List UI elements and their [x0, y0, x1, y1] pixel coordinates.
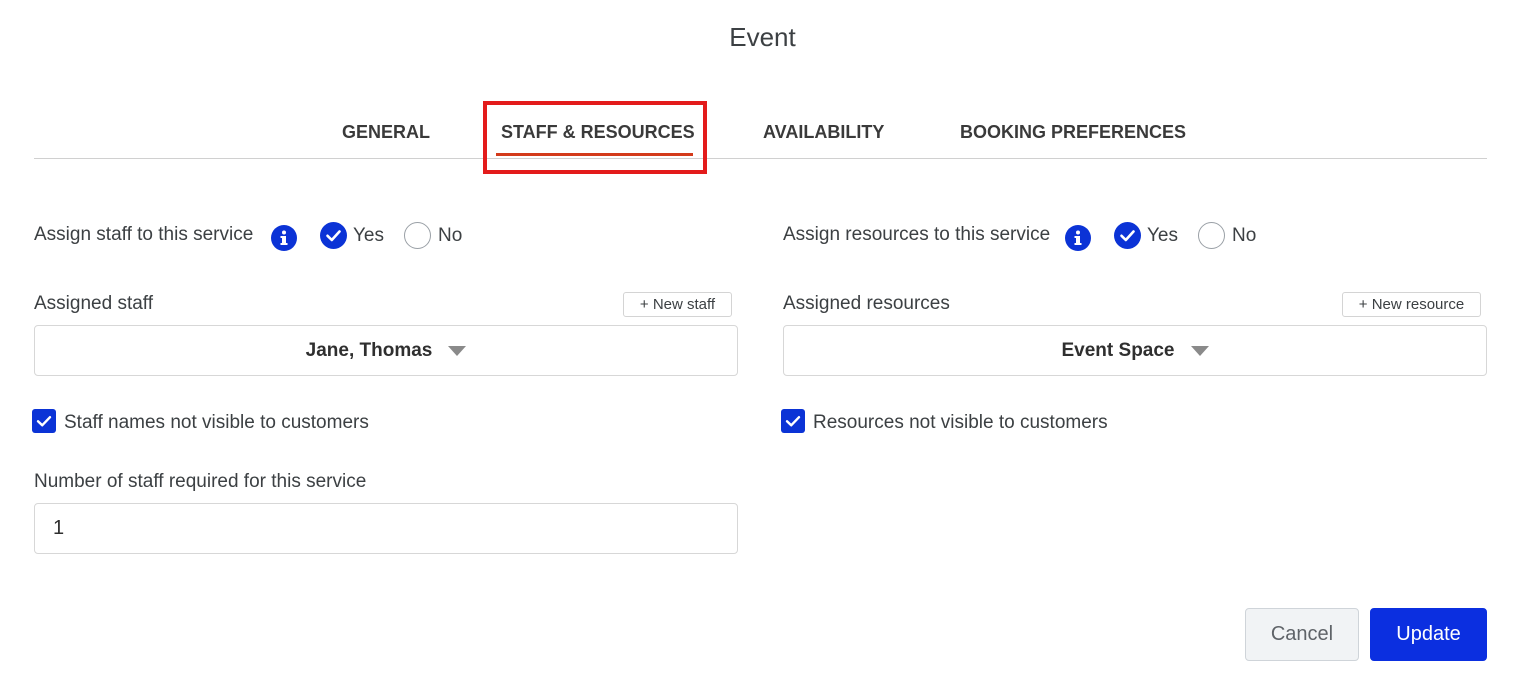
info-icon[interactable] [1065, 225, 1091, 251]
check-icon [1120, 230, 1135, 242]
assign-staff-yes-radio[interactable] [320, 222, 347, 249]
assigned-resources-value: Event Space [1061, 339, 1175, 361]
tab-booking-preferences[interactable]: BOOKING PREFERENCES [960, 122, 1186, 143]
tab-availability[interactable]: AVAILABILITY [763, 122, 884, 143]
highlight-annotation-box [483, 101, 707, 174]
info-icon[interactable] [271, 225, 297, 251]
resources-not-visible-label[interactable]: Resources not visible to customers [813, 412, 1108, 434]
assign-resources-yes-label[interactable]: Yes [1147, 225, 1178, 247]
dialog-title: Event [729, 22, 796, 52]
staff-not-visible-label[interactable]: Staff names not visible to customers [64, 412, 369, 434]
new-staff-button[interactable]: + New staff [623, 292, 732, 317]
assign-resources-label: Assign resources to this service [783, 224, 1051, 245]
chevron-down-icon [1190, 345, 1209, 356]
chevron-down-icon [448, 345, 467, 356]
assign-resources-no-radio[interactable] [1198, 222, 1225, 249]
assigned-resources-dropdown[interactable]: Event Space [783, 325, 1487, 376]
assign-resources-yes-radio[interactable] [1114, 222, 1141, 249]
new-resource-button[interactable]: + New resource [1342, 292, 1481, 317]
resources-not-visible-checkbox[interactable] [781, 409, 805, 433]
assign-staff-label: Assign staff to this service [34, 224, 254, 245]
tab-general[interactable]: GENERAL [342, 122, 430, 143]
cancel-button[interactable]: Cancel [1245, 608, 1359, 661]
assigned-resources-label: Assigned resources [783, 293, 950, 314]
check-icon [36, 416, 52, 427]
assign-staff-no-radio[interactable] [404, 222, 431, 249]
tab-bar: GENERAL STAFF & RESOURCES AVAILABILITY B… [34, 100, 1487, 159]
assigned-staff-value: Jane, Thomas [305, 339, 433, 361]
update-button[interactable]: Update [1370, 608, 1487, 661]
staff-not-visible-checkbox[interactable] [32, 409, 56, 433]
assign-resources-no-label[interactable]: No [1232, 225, 1256, 247]
staff-required-label: Number of staff required for this servic… [34, 471, 367, 492]
assign-staff-no-label[interactable]: No [438, 225, 462, 247]
assigned-staff-label: Assigned staff [34, 293, 154, 314]
check-icon [326, 230, 341, 242]
staff-required-input[interactable] [34, 503, 738, 554]
assign-staff-yes-label[interactable]: Yes [353, 225, 384, 247]
assigned-staff-dropdown[interactable]: Jane, Thomas [34, 325, 738, 376]
check-icon [785, 416, 801, 427]
